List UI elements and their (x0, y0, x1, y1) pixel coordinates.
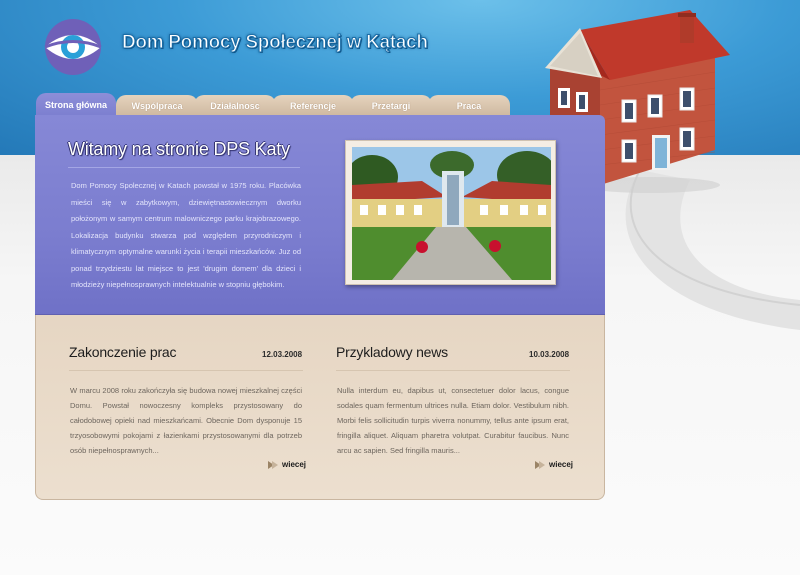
news-divider (69, 370, 303, 371)
read-more-label[interactable]: wiecej (282, 460, 306, 469)
news-divider (336, 370, 570, 371)
chevron-right-icon (268, 460, 278, 469)
news-title[interactable]: Zakonczenie prac (69, 344, 177, 360)
building-photo (352, 147, 551, 280)
tab-dzialalnosc[interactable]: Działalnosc (194, 95, 276, 117)
welcome-title: Witamy na stronie DPS Katy (68, 139, 290, 159)
news-body: W marcu 2008 roku zakończyła się budowa … (70, 386, 302, 455)
read-more-link[interactable]: wiecej (535, 460, 573, 469)
site-title[interactable]: Dom Pomocy Społecznej w Kątach (122, 32, 429, 54)
read-more-label[interactable]: wiecej (549, 460, 573, 469)
tab-przetargi[interactable]: Przetargi (350, 95, 432, 117)
chevron-right-icon (535, 460, 545, 469)
welcome-divider (68, 167, 300, 168)
news-date: 10.03.2008 (529, 350, 570, 359)
tab-wspolpraca[interactable]: Wspólpraca (116, 95, 198, 117)
tab-strona-glowna[interactable]: Strona główna (36, 93, 116, 117)
news-body: Nulla interdum eu, dapibus ut, consectet… (337, 386, 569, 455)
welcome-text: Dom Pomocy Spolecznej w Katach powstał w… (71, 181, 301, 289)
news-title[interactable]: Przykladowy news (336, 344, 448, 360)
circular-eye-logo-icon[interactable] (40, 18, 106, 76)
read-more-link[interactable]: wiecej (268, 460, 306, 469)
tab-praca[interactable]: Praca (428, 95, 510, 117)
tab-referencje[interactable]: Referencje (272, 95, 354, 117)
news-date: 12.03.2008 (262, 350, 303, 359)
building-photo-frame (345, 140, 556, 285)
